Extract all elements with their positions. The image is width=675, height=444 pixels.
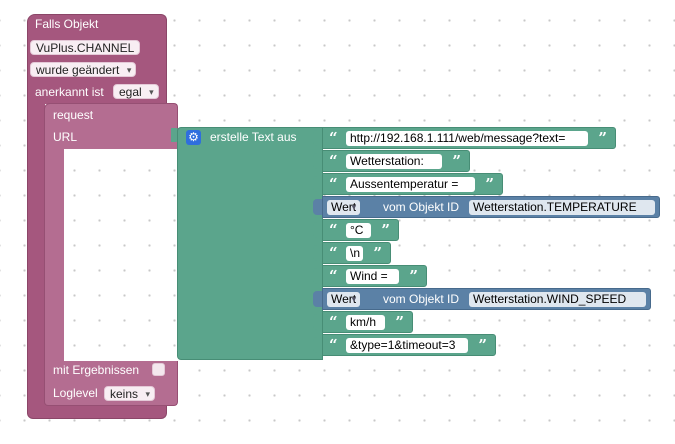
state-id-label: vom Objekt ID — [383, 292, 460, 306]
quote-open-icon: “ — [329, 244, 338, 262]
event-block-spine — [27, 103, 45, 403]
loglevel-label: Loglevel — [53, 386, 98, 400]
text-string-block[interactable]: “ km/h ” — [322, 311, 413, 333]
quote-open-icon: “ — [329, 313, 338, 331]
chevron-down-icon: ▾ — [126, 65, 132, 75]
text-string-block[interactable]: “ \n ” — [322, 242, 391, 264]
quote-close-icon: ” — [485, 175, 494, 193]
object-id-field[interactable]: VuPlus.CHANNEL — [30, 40, 141, 55]
quote-close-icon: ” — [381, 221, 390, 239]
text-value-field[interactable]: Wind = — [346, 269, 399, 284]
text-string-block[interactable]: “ Aussentemperatur = ” — [322, 173, 503, 195]
text-value-field[interactable]: km/h — [346, 315, 385, 330]
text-value-field[interactable]: Aussentemperatur = — [346, 177, 475, 192]
request-block-spine — [44, 148, 64, 362]
state-attr-dropdown[interactable]: Wert ▾ — [327, 292, 361, 307]
state-value-block[interactable]: Wert ▾ vom Objekt ID Wetterstation.TEMPERAT… — [322, 196, 660, 218]
trigger-dropdown-value: wurde geändert — [36, 63, 120, 77]
text-value-field[interactable]: http://192.168.1.111/web/message?text= — [346, 131, 588, 146]
quote-open-icon: “ — [329, 336, 338, 354]
quote-open-icon: “ — [329, 152, 338, 170]
ack-label: anerkannt ist — [35, 85, 104, 99]
ack-dropdown-value: egal — [119, 85, 142, 99]
text-string-block[interactable]: “ °C ” — [322, 219, 399, 241]
text-join-block[interactable] — [177, 127, 323, 360]
text-string-block[interactable]: “ Wetterstation: ” — [322, 150, 470, 172]
event-block-connector — [70, 408, 90, 418]
text-value-field[interactable]: °C — [346, 223, 371, 238]
request-title: request — [53, 108, 94, 122]
text-string-block[interactable]: “ http://192.168.1.111/web/message?text= ” — [322, 127, 616, 149]
trigger-dropdown[interactable]: wurde geändert ▾ — [30, 62, 137, 77]
text-join-label: erstelle Text aus — [210, 130, 297, 144]
text-string-block[interactable]: “ &type=1&timeout=3 ” — [322, 334, 496, 356]
quote-close-icon: ” — [598, 129, 607, 147]
quote-open-icon: “ — [329, 267, 338, 285]
loglevel-dropdown[interactable]: keins ▾ — [104, 386, 156, 401]
quote-open-icon: “ — [329, 129, 338, 147]
state-id-field[interactable]: Wetterstation.WIND_SPEED — [469, 292, 646, 307]
quote-open-icon: “ — [329, 175, 338, 193]
url-label: URL — [53, 130, 78, 144]
state-id-field[interactable]: Wetterstation.TEMPERATURE — [469, 200, 655, 215]
quote-close-icon: ” — [478, 336, 487, 354]
text-string-block[interactable]: “ Wind = ” — [322, 265, 427, 287]
loglevel-dropdown-value: keins — [110, 387, 139, 401]
chevron-down-icon: ▾ — [351, 202, 357, 212]
results-label: mit Ergebnissen — [53, 363, 140, 377]
state-attr-dropdown[interactable]: Wert ▾ — [327, 200, 361, 215]
quote-close-icon: ” — [452, 152, 461, 170]
quote-open-icon: “ — [329, 221, 338, 239]
chevron-down-icon: ▾ — [149, 87, 154, 97]
quote-close-icon: ” — [409, 267, 418, 285]
text-value-field[interactable]: Wetterstation: — [346, 154, 442, 169]
results-checkbox[interactable] — [152, 363, 165, 376]
event-title: Falls Objekt — [35, 17, 99, 31]
text-value-field[interactable]: &type=1&timeout=3 — [346, 338, 468, 353]
quote-close-icon: ” — [395, 313, 404, 331]
state-id-label: vom Objekt ID — [383, 200, 460, 214]
chevron-down-icon: ▾ — [145, 389, 151, 399]
state-value-block[interactable]: Wert ▾ vom Objekt ID Wetterstation.WIND_SPE… — [322, 288, 651, 310]
gear-icon[interactable]: ⚙ — [186, 130, 201, 145]
text-value-field[interactable]: \n — [346, 246, 363, 261]
chevron-down-icon: ▾ — [351, 294, 357, 304]
ack-dropdown[interactable]: egal ▾ — [113, 84, 159, 99]
quote-close-icon: ” — [373, 244, 382, 262]
